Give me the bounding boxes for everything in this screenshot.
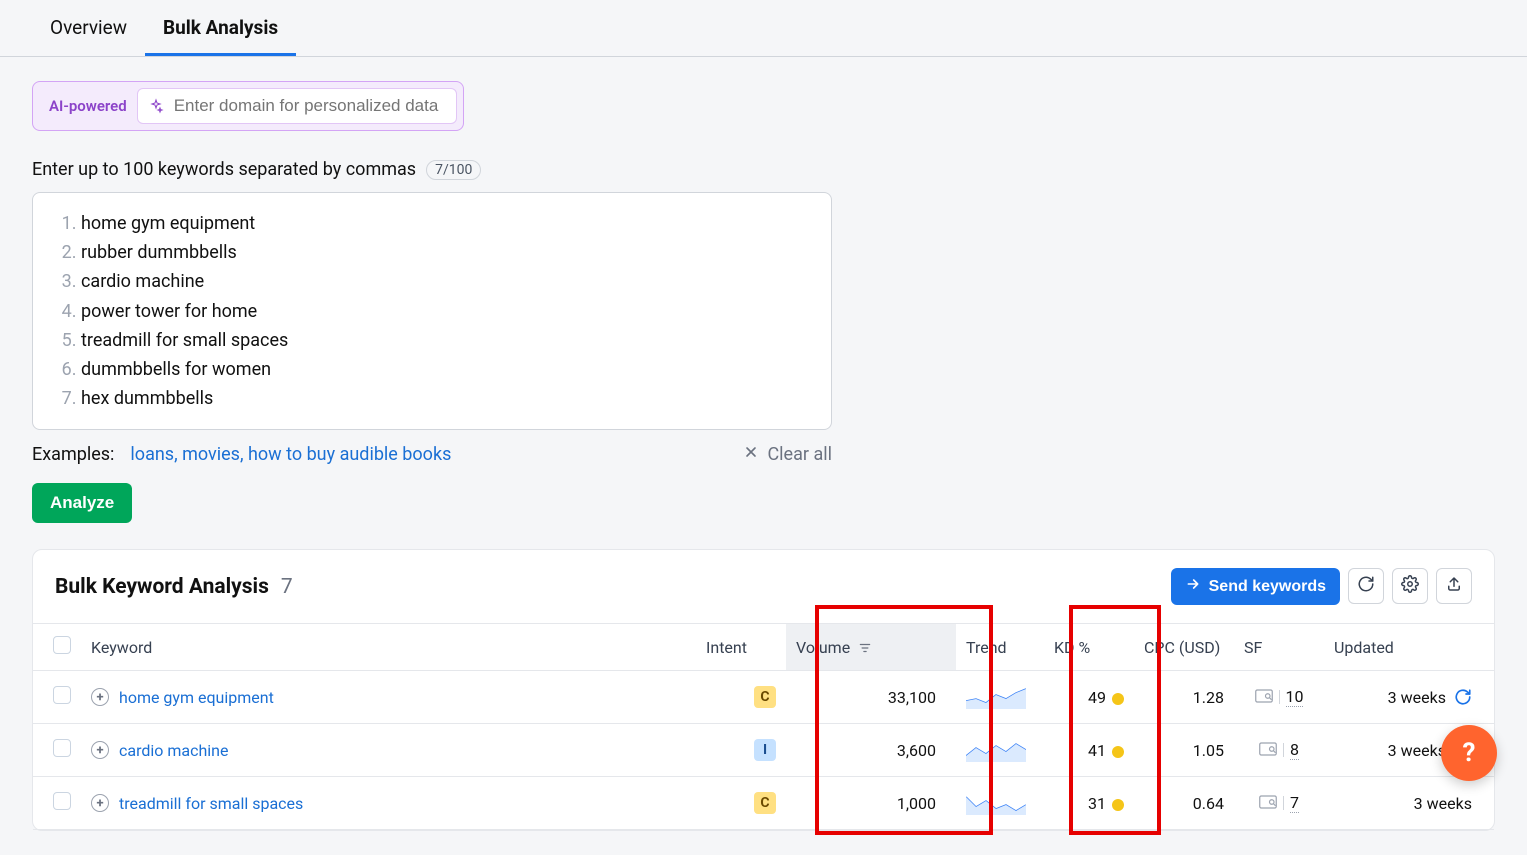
row-checkbox[interactable] [53, 686, 71, 704]
volume-cell: 3,600 [786, 724, 956, 777]
reload-button[interactable] [1348, 568, 1384, 604]
cpc-cell: 0.64 [1134, 777, 1234, 830]
keywords-list: home gym equipment rubber dummbbells car… [53, 209, 811, 413]
keyword-entry: treadmill for small spaces [81, 326, 811, 355]
table-row: + treadmill for small spaces C 1,000 310.64 7… [33, 777, 1494, 830]
help-fab[interactable]: ? [1441, 725, 1497, 781]
intent-badge: I [754, 739, 776, 761]
col-keyword[interactable]: Keyword [81, 624, 696, 671]
refresh-icon[interactable] [1454, 688, 1472, 706]
settings-button[interactable] [1392, 568, 1428, 604]
keyword-link[interactable]: treadmill for small spaces [119, 794, 303, 813]
expand-icon[interactable]: + [91, 741, 109, 759]
col-updated[interactable]: Updated [1324, 624, 1494, 671]
keyword-entry: dummbbells for women [81, 355, 811, 384]
analyze-button[interactable]: Analyze [32, 483, 132, 523]
table-row: + cardio machine I 3,600 411.05 8 3 weeks [33, 724, 1494, 777]
updated-value: 3 weeks [1414, 794, 1472, 813]
tab-overview[interactable]: Overview [32, 0, 145, 56]
expand-icon[interactable]: + [91, 794, 109, 812]
trend-sparkline [966, 738, 1034, 762]
gear-icon [1401, 575, 1419, 597]
sf-value: 10 [1286, 687, 1304, 707]
cpc-cell: 1.28 [1134, 671, 1234, 724]
results-title: Bulk Keyword Analysis [55, 575, 269, 599]
domain-input-wrapper [137, 88, 457, 124]
ai-sparkle-icon [148, 98, 164, 114]
send-icon [1185, 576, 1201, 597]
keywords-header: Enter up to 100 keywords separated by co… [32, 159, 1495, 180]
updated-value: 3 weeks [1388, 688, 1446, 707]
kd-dot-icon [1112, 693, 1124, 705]
results-count: 7 [281, 575, 293, 599]
row-checkbox[interactable] [53, 739, 71, 757]
sf-value: 7 [1290, 793, 1299, 813]
keywords-header-text: Enter up to 100 keywords separated by co… [32, 159, 416, 180]
keyword-entry: hex dummbbells [81, 384, 811, 413]
tab-bulk-analysis[interactable]: Bulk Analysis [145, 0, 296, 56]
keyword-entry: rubber dummbbells [81, 238, 811, 267]
keyword-entry: power tower for home [81, 297, 811, 326]
volume-cell: 1,000 [786, 777, 956, 830]
keywords-counter: 7/100 [426, 160, 481, 180]
close-icon [743, 444, 759, 465]
clear-all-button[interactable]: Clear all [743, 444, 832, 465]
expand-icon[interactable]: + [91, 688, 109, 706]
tabs-bar: Overview Bulk Analysis [0, 0, 1527, 57]
updated-value: 3 weeks [1388, 741, 1446, 760]
row-checkbox[interactable] [53, 792, 71, 810]
reload-icon [1357, 575, 1375, 597]
kd-dot-icon [1112, 746, 1124, 758]
col-trend[interactable]: Trend [956, 624, 1044, 671]
cpc-cell: 1.05 [1134, 724, 1234, 777]
examples-links[interactable]: loans, movies, how to buy audible books [130, 444, 451, 465]
select-all-checkbox[interactable] [53, 636, 71, 654]
results-card: Bulk Keyword Analysis 7 Send keywords [32, 549, 1495, 831]
trend-sparkline [966, 685, 1034, 709]
keyword-link[interactable]: home gym equipment [119, 688, 274, 707]
col-cpc[interactable]: CPC (USD) [1134, 624, 1234, 671]
col-kd[interactable]: KD % [1044, 624, 1134, 671]
sf-value: 8 [1290, 740, 1299, 760]
results-table: Keyword Intent Volume Trend KD % CPC (US… [33, 623, 1494, 830]
kd-cell: 31 [1044, 777, 1134, 830]
serp-preview-icon[interactable] [1259, 794, 1277, 813]
kd-cell: 49 [1044, 671, 1134, 724]
examples-label: Examples: [32, 444, 114, 465]
sort-icon [854, 638, 872, 657]
upload-icon [1445, 575, 1463, 597]
intent-badge: C [754, 686, 776, 708]
table-row: + home gym equipment C 33,100 491.28 10 3 week… [33, 671, 1494, 724]
col-volume-label: Volume [796, 638, 850, 657]
col-sf[interactable]: SF [1234, 624, 1324, 671]
keyword-entry: home gym equipment [81, 209, 811, 238]
domain-input[interactable] [172, 95, 446, 117]
clear-all-label: Clear all [767, 444, 832, 465]
serp-preview-icon[interactable] [1259, 741, 1277, 760]
trend-sparkline [966, 791, 1034, 815]
ai-label: AI-powered [39, 97, 137, 115]
col-volume[interactable]: Volume [786, 624, 956, 671]
send-keywords-label: Send keywords [1209, 578, 1326, 596]
kd-cell: 41 [1044, 724, 1134, 777]
ai-powered-bar: AI-powered [32, 81, 464, 131]
export-button[interactable] [1436, 568, 1472, 604]
serp-preview-icon[interactable] [1255, 688, 1273, 707]
keyword-link[interactable]: cardio machine [119, 741, 229, 760]
volume-cell: 33,100 [786, 671, 956, 724]
intent-badge: C [754, 792, 776, 814]
send-keywords-button[interactable]: Send keywords [1171, 568, 1340, 605]
keyword-entry: cardio machine [81, 267, 811, 296]
col-intent[interactable]: Intent [696, 624, 786, 671]
keywords-textarea[interactable]: home gym equipment rubber dummbbells car… [32, 192, 832, 430]
kd-dot-icon [1112, 799, 1124, 811]
